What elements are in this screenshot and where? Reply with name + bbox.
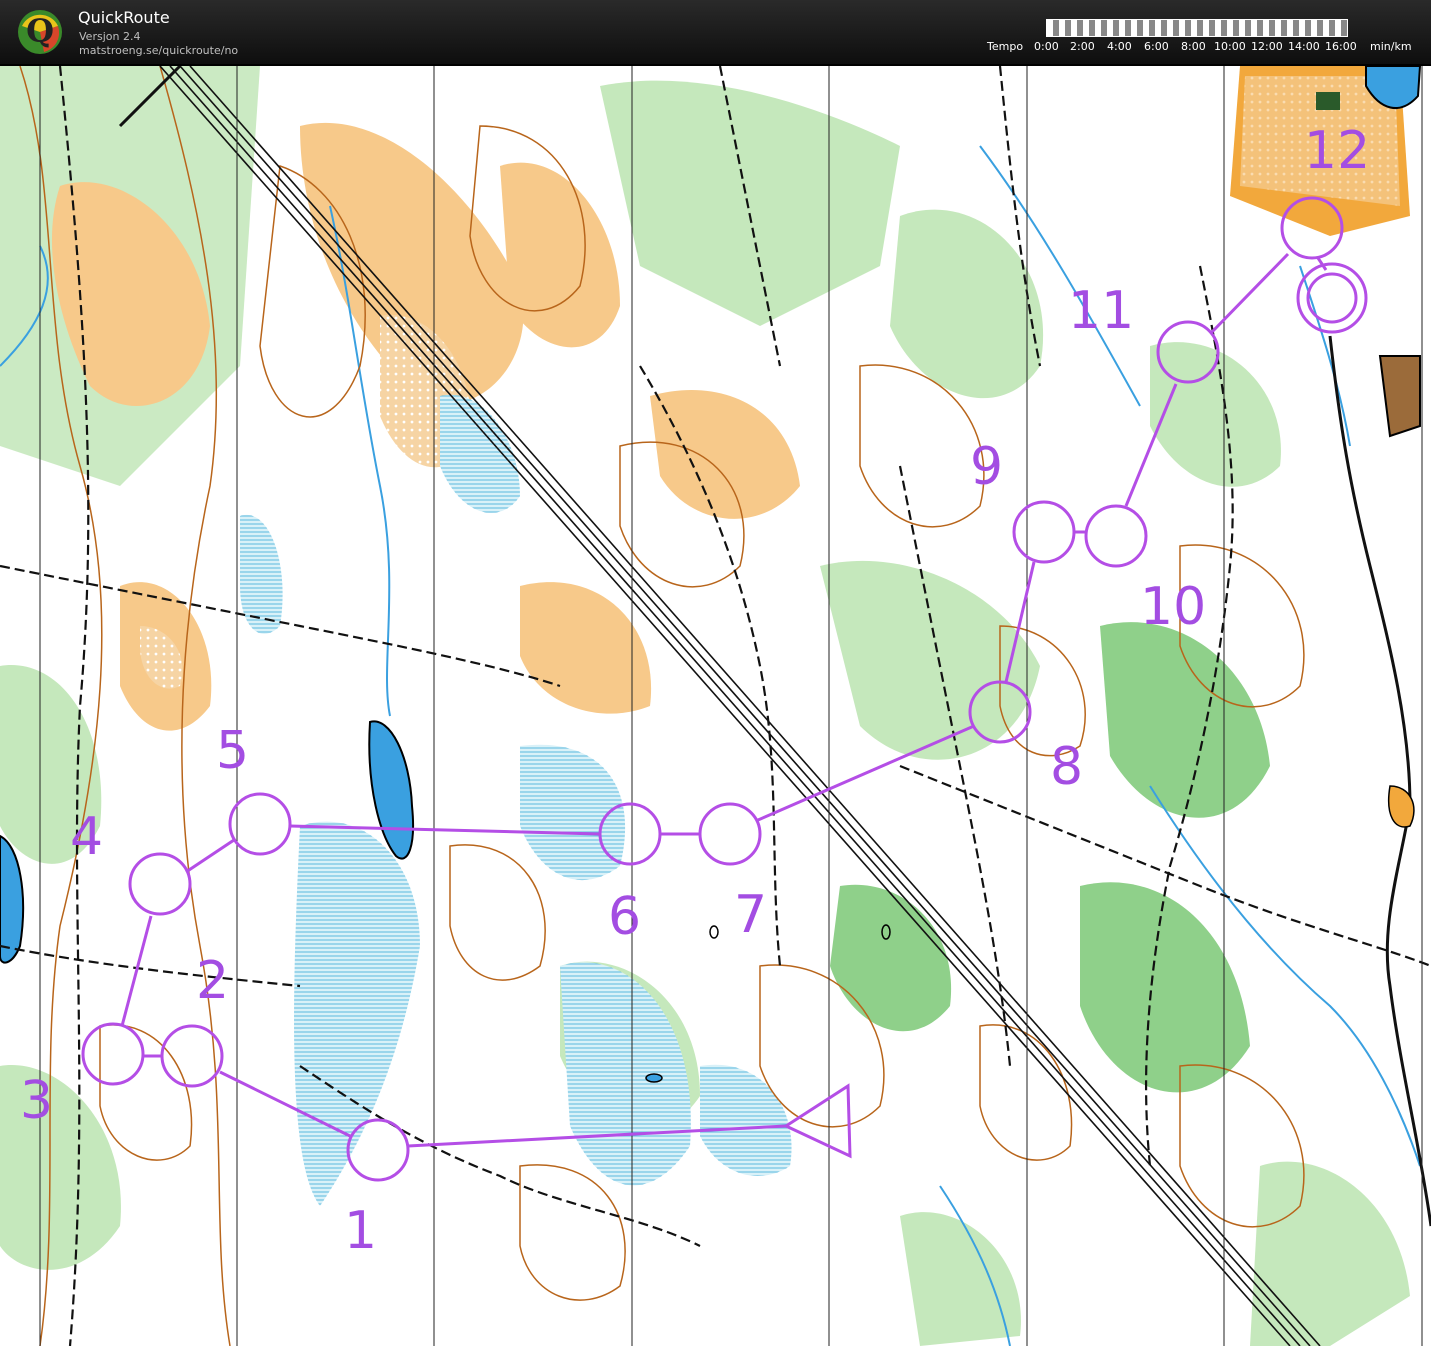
control-number-1: 1 [344,1201,377,1261]
app-version: Versjon 2.4 [79,30,141,43]
control-number-3: 3 [20,1071,53,1131]
pace-tick: 6:00 [1144,40,1169,53]
pace-tick: 4:00 [1107,40,1132,53]
control-number-10: 10 [1140,577,1206,637]
pace-tick: 12:00 [1251,40,1283,53]
pace-color-bar [1046,19,1348,37]
pace-tick: 2:00 [1070,40,1095,53]
control-number-11: 11 [1068,281,1134,341]
pace-tick: 14:00 [1288,40,1320,53]
pace-unit: min/km [1370,40,1412,53]
pace-tick: 0:00 [1034,40,1059,53]
orienteering-map[interactable]: 1 2 3 4 5 6 7 8 9 10 11 12 [0,66,1431,1346]
control-number-5: 5 [216,721,249,781]
control-number-7: 7 [734,885,767,945]
control-number-2: 2 [196,951,229,1011]
pace-tick: 10:00 [1214,40,1246,53]
pace-scale-label: Tempo [987,40,1024,53]
app-header: Q QuickRoute Versjon 2.4 matstroeng.se/q… [0,0,1431,66]
pace-tick: 8:00 [1181,40,1206,53]
quickroute-logo-icon: Q [18,10,62,54]
app-title: QuickRoute [78,8,170,27]
logo-letter: Q [26,12,54,50]
control-number-4: 4 [70,807,103,867]
control-number-12: 12 [1304,121,1370,181]
control-number-6: 6 [608,887,641,947]
control-number-8: 8 [1050,737,1083,797]
pace-tick: 16:00 [1325,40,1357,53]
control-number-9: 9 [970,437,1003,497]
app-url: matstroeng.se/quickroute/no [79,44,239,57]
map-canvas: 1 2 3 4 5 6 7 8 9 10 11 12 [0,66,1431,1346]
